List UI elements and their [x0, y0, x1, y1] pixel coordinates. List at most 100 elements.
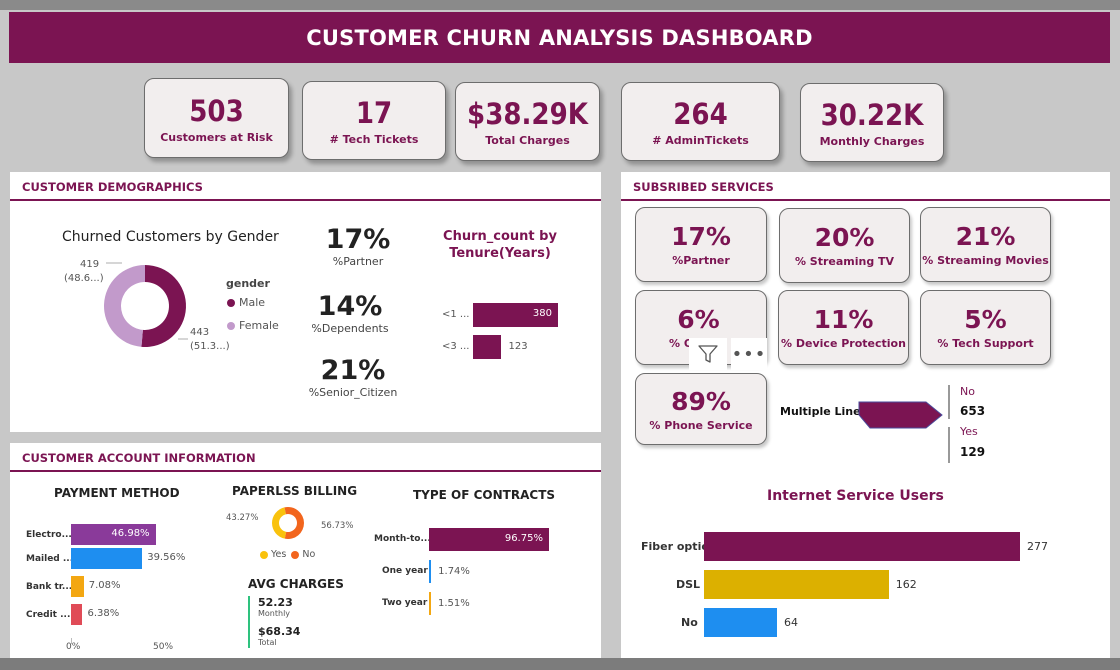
account-panel: CUSTOMER ACCOUNT INFORMATION PAYMENT MET… [10, 443, 601, 658]
payment-bar-value: 46.98% [111, 528, 150, 539]
multiple-lines-yes-value: 129 [960, 445, 986, 459]
internet-bar[interactable] [704, 608, 777, 637]
account-section-title: CUSTOMER ACCOUNT INFORMATION [22, 451, 256, 465]
internet-bar[interactable] [704, 532, 1020, 561]
tenure-bar-label: <1 ... [442, 309, 470, 320]
legend-label-no: No [302, 549, 316, 560]
kpi-card-admin-tickets[interactable]: 264 # AdminTickets [621, 82, 780, 161]
paperless-donut-chart [272, 507, 304, 539]
kpi-value: 503 [189, 93, 244, 128]
section-divider [10, 199, 601, 201]
kpi-card-customers-at-risk[interactable]: 503 Customers at Risk [144, 78, 289, 158]
kpi-card-tech-tickets[interactable]: 17 # Tech Tickets [302, 81, 446, 160]
female-count-label: 419 [80, 259, 100, 270]
contract-row-label: Month-to... [374, 534, 431, 544]
dashboard-title: CUSTOMER CHURN ANALYSIS DASHBOARD [306, 25, 813, 50]
multiple-lines-yes-label: Yes [960, 425, 978, 438]
female-percent-label: (48.6...) [64, 273, 104, 284]
paperless-slice-no[interactable] [284, 507, 304, 539]
top-frame-strip [0, 0, 1120, 10]
stat-label: %Partner [332, 255, 384, 268]
service-label: % Streaming TV [794, 255, 895, 268]
legend-item-male[interactable]: Male [227, 296, 265, 309]
multiple-lines-no-label: No [960, 385, 975, 398]
paperless-legend: Yes No [260, 549, 315, 560]
avg-charges-title: AVG CHARGES [248, 577, 344, 591]
funnel-glyph [698, 345, 718, 363]
paperless-left-label: 43.27% [226, 513, 259, 523]
internet-bar[interactable] [704, 570, 889, 599]
kpi-value: 17 [355, 96, 393, 130]
legend-dot-yes [260, 550, 268, 559]
service-card-phone-service[interactable]: 89% % Phone Service [635, 373, 767, 445]
tenure-bar[interactable] [473, 335, 501, 359]
tenure-title-line1: Churn_count by [443, 229, 557, 244]
service-card-partner[interactable]: 17% %Partner [635, 207, 767, 282]
stat-partner: 17% %Partner [308, 224, 408, 268]
payment-bar[interactable]: 46.98% [71, 524, 156, 545]
internet-chart-title: Internet Service Users [767, 488, 944, 504]
service-card-tech-support[interactable]: 5% % Tech Support [920, 290, 1051, 365]
contract-bar[interactable] [429, 592, 431, 615]
stat-value: 17% [325, 224, 391, 255]
service-value: 5% [964, 305, 1007, 334]
multiple-lines-no-value: 653 [960, 404, 986, 418]
payment-bar-value: 7.08% [88, 580, 121, 591]
legend-dot-no [291, 550, 300, 559]
legend-item-female[interactable]: Female [227, 319, 279, 332]
service-label: % Tech Support [937, 337, 1034, 350]
internet-bar-value: 64 [784, 616, 798, 629]
service-value: 89% [671, 386, 731, 416]
tenure-bar-label: <3 ... [442, 341, 470, 352]
service-card-device-protection[interactable]: 11% % Device Protection [778, 290, 909, 365]
kpi-label: Total Charges [485, 134, 570, 147]
bottom-frame-strip [0, 658, 1120, 670]
legend-dot-male [227, 298, 235, 307]
avg-monthly-label: Monthly [258, 609, 291, 618]
contract-row-label: One year [382, 566, 428, 576]
service-card-streaming-movies[interactable]: 21% % Streaming Movies [920, 207, 1051, 282]
payment-row-label: Bank tr... [26, 582, 73, 592]
service-card-streaming-tv[interactable]: 20% % Streaming TV [779, 208, 910, 283]
filter-icon[interactable] [689, 338, 727, 370]
service-label: %Partner [672, 254, 730, 267]
donut-slice-male[interactable] [141, 265, 186, 347]
kpi-card-monthly-charges[interactable]: 30.22K Monthly Charges [800, 83, 944, 162]
contract-bar-value: 1.74% [438, 566, 470, 577]
contract-bar[interactable]: 96.75% [429, 528, 549, 551]
kpi-value: $38.29K [467, 97, 588, 131]
tenure-chart-title: Churn_count by Tenure(Years) [435, 228, 565, 262]
internet-bar-value: 277 [1027, 540, 1048, 553]
contract-bar[interactable] [429, 560, 432, 583]
section-divider [10, 470, 601, 472]
tenure-title-line2: Tenure(Years) [449, 246, 551, 261]
stat-value: 14% [317, 291, 383, 322]
service-label: % Streaming Movies [922, 254, 1049, 267]
paperless-right-label: 56.73% [321, 521, 354, 531]
kpi-card-total-charges[interactable]: $38.29K Total Charges [455, 82, 600, 161]
tenure-bar-value: 380 [532, 308, 552, 319]
payment-bar[interactable] [71, 548, 143, 569]
paperless-billing-title: PAPERLSS BILLING [232, 484, 358, 498]
paperless-donut [272, 507, 304, 539]
more-options-icon[interactable]: ••• [731, 338, 767, 370]
service-value: 20% [814, 223, 875, 252]
demographics-section-title: CUSTOMER DEMOGRAPHICS [22, 180, 203, 194]
donut-slice-female[interactable] [103, 265, 145, 347]
payment-method-title: PAYMENT METHOD [54, 486, 180, 500]
paperless-slice-yes[interactable] [272, 507, 287, 539]
service-label: % Phone Service [649, 418, 753, 432]
demographics-panel: CUSTOMER DEMOGRAPHICS Churned Customers … [10, 172, 601, 432]
service-value: 6% [677, 305, 720, 334]
multiple-lines-label: Multiple Lines [780, 405, 868, 418]
avg-total-label: Total [258, 638, 277, 647]
kpi-value: 264 [673, 97, 728, 131]
multiple-lines-no-divider [948, 385, 950, 419]
service-value: 11% [813, 305, 874, 334]
payment-row-label: Credit ... [26, 610, 71, 620]
payment-bar[interactable] [71, 576, 84, 597]
payment-bar[interactable] [71, 604, 83, 625]
internet-row-label: Fiber optic [641, 540, 708, 553]
tenure-bar[interactable]: 380 [473, 303, 558, 327]
contract-bar-value: 96.75% [504, 533, 543, 544]
